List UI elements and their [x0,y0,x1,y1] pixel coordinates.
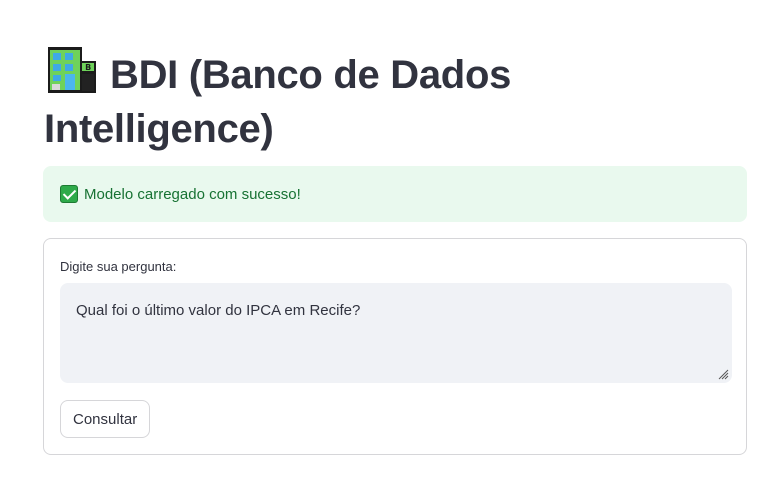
app-page: B BDI (Banco de Dados Intelligence) Mode… [0,0,778,479]
question-form: Digite sua pergunta: Qual foi o último v… [43,238,747,455]
consultar-button[interactable]: Consultar [60,400,151,438]
check-mark-button-icon [60,185,78,203]
success-message: Modelo carregado com sucesso! [84,185,301,203]
question-label: Digite sua pergunta: [60,259,177,274]
question-textarea-value[interactable]: Qual foi o último valor do IPCA em Recif… [76,302,706,319]
page-title-text: BDI (Banco de Dados Intelligence) [44,53,512,151]
svg-text:B: B [85,63,91,72]
question-textarea[interactable]: Qual foi o último valor do IPCA em Recif… [60,283,732,383]
office-building-icon: B [44,44,98,96]
page-title: B BDI (Banco de Dados Intelligence) [44,44,604,156]
success-alert: Modelo carregado com sucesso! [43,166,747,222]
resize-handle-icon[interactable] [717,368,729,380]
